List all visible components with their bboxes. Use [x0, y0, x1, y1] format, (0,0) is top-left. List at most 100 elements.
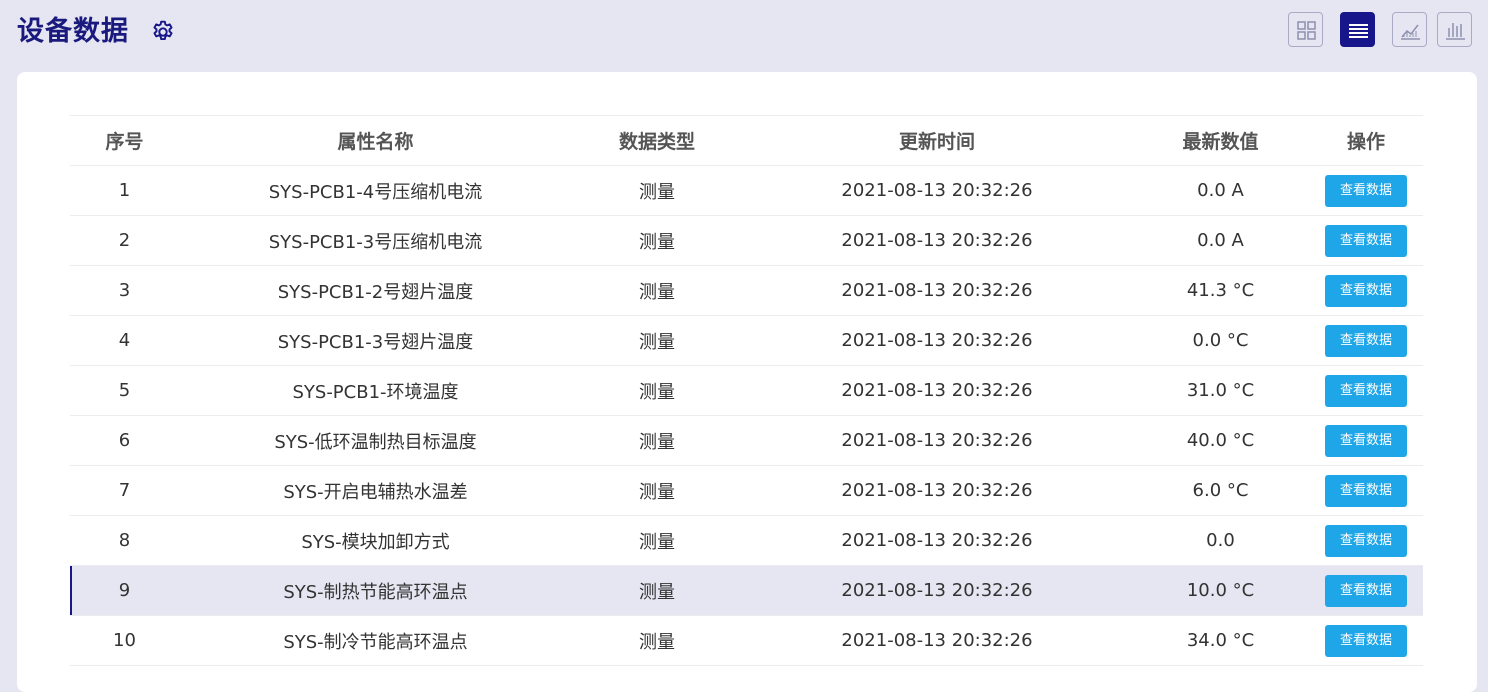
row-attribute-name: SYS-PCB1-3号翅片温度: [179, 315, 572, 366]
column-header-name[interactable]: 属性名称: [179, 115, 572, 166]
row-update-time: 2021-08-13 20:32:26: [742, 565, 1132, 616]
row-update-time: 2021-08-13 20:32:26: [742, 165, 1132, 216]
column-header-type[interactable]: 数据类型: [572, 115, 742, 166]
view-data-button[interactable]: 查看数据: [1325, 524, 1407, 557]
row-data-type: 测量: [572, 415, 742, 466]
table-row[interactable]: 1 SYS-PCB1-4号压缩机电流 测量 2021-08-13 20:32:26 0.…: [70, 165, 1423, 216]
row-update-time: 2021-08-13 20:32:26: [742, 415, 1132, 466]
row-data-type: 测量: [572, 165, 742, 216]
row-data-type: 测量: [572, 615, 742, 666]
area-chart-button[interactable]: [1392, 12, 1427, 47]
row-index: 4: [70, 315, 179, 366]
page-header: 设备数据: [0, 0, 1488, 64]
view-data-button[interactable]: 查看数据: [1325, 374, 1407, 407]
row-attribute-name: SYS-开启电辅热水温差: [179, 465, 572, 516]
row-update-time: 2021-08-13 20:32:26: [742, 265, 1132, 316]
row-update-time: 2021-08-13 20:32:26: [742, 615, 1132, 666]
row-action: 查看数据: [1309, 415, 1423, 466]
row-attribute-name: SYS-PCB1-2号翅片温度: [179, 265, 572, 316]
row-index: 2: [70, 215, 179, 266]
row-action: 查看数据: [1309, 465, 1423, 516]
grid-view-icon: [1297, 21, 1316, 40]
row-data-type: 测量: [572, 465, 742, 516]
view-data-button[interactable]: 查看数据: [1325, 224, 1407, 257]
row-update-time: 2021-08-13 20:32:26: [742, 465, 1132, 516]
page-title: 设备数据: [17, 16, 129, 47]
row-action: 查看数据: [1309, 565, 1423, 616]
row-latest-value: 6.0 °C: [1132, 465, 1309, 516]
row-update-time: 2021-08-13 20:32:26: [742, 365, 1132, 416]
row-index: 1: [70, 165, 179, 216]
table-row[interactable]: 2 SYS-PCB1-3号压缩机电流 测量 2021-08-13 20:32:26 0.…: [70, 215, 1423, 266]
row-attribute-name: SYS-PCB1-4号压缩机电流: [179, 165, 572, 216]
row-latest-value: 41.3 °C: [1132, 265, 1309, 316]
table-header-row: 序号 属性名称 数据类型 更新时间 最新数值 操作: [70, 115, 1423, 166]
row-data-type: 测量: [572, 265, 742, 316]
row-action: 查看数据: [1309, 365, 1423, 416]
row-index: 8: [70, 515, 179, 566]
bar-chart-icon: [1446, 23, 1465, 40]
row-update-time: 2021-08-13 20:32:26: [742, 315, 1132, 366]
row-latest-value: 0.0 A: [1132, 215, 1309, 266]
grid-view-button[interactable]: [1288, 12, 1323, 47]
row-data-type: 测量: [572, 515, 742, 566]
row-index: 7: [70, 465, 179, 516]
row-index: 3: [70, 265, 179, 316]
table-row[interactable]: 10 SYS-制冷节能高环温点 测量 2021-08-13 20:32:26 34.0 …: [70, 615, 1423, 666]
row-data-type: 测量: [572, 565, 742, 616]
row-latest-value: 34.0 °C: [1132, 615, 1309, 666]
row-action: 查看数据: [1309, 515, 1423, 566]
bar-chart-button[interactable]: [1437, 12, 1472, 47]
table-row[interactable]: 3 SYS-PCB1-2号翅片温度 测量 2021-08-13 20:32:26 41.…: [70, 265, 1423, 316]
row-attribute-name: SYS-模块加卸方式: [179, 515, 572, 566]
list-view-button[interactable]: [1340, 12, 1375, 47]
row-action: 查看数据: [1309, 215, 1423, 266]
view-data-button[interactable]: 查看数据: [1325, 174, 1407, 207]
table-row[interactable]: 5 SYS-PCB1-环境温度 测量 2021-08-13 20:32:26 31.0 …: [70, 365, 1423, 416]
row-attribute-name: SYS-PCB1-3号压缩机电流: [179, 215, 572, 266]
area-chart-icon: [1401, 24, 1420, 40]
row-index: 5: [70, 365, 179, 416]
row-action: 查看数据: [1309, 315, 1423, 366]
table-row[interactable]: 9 SYS-制热节能高环温点 测量 2021-08-13 20:32:26 10.0 °…: [70, 565, 1423, 616]
row-action: 查看数据: [1309, 265, 1423, 316]
row-latest-value: 0.0 °C: [1132, 315, 1309, 366]
view-data-button[interactable]: 查看数据: [1325, 424, 1407, 457]
row-data-type: 测量: [572, 215, 742, 266]
row-index: 6: [70, 415, 179, 466]
row-action: 查看数据: [1309, 165, 1423, 216]
row-action: 查看数据: [1309, 615, 1423, 666]
row-index: 10: [70, 615, 179, 666]
row-latest-value: 0.0: [1132, 515, 1309, 566]
row-latest-value: 10.0 °C: [1132, 565, 1309, 616]
column-header-time[interactable]: 更新时间: [742, 115, 1132, 166]
gear-icon[interactable]: [150, 19, 176, 45]
data-card: 序号 属性名称 数据类型 更新时间 最新数值 操作 1 SYS-PCB1-4号压缩…: [17, 72, 1477, 692]
column-header-action: 操作: [1309, 115, 1423, 166]
row-index: 9: [70, 565, 179, 616]
row-update-time: 2021-08-13 20:32:26: [742, 515, 1132, 566]
row-update-time: 2021-08-13 20:32:26: [742, 215, 1132, 266]
column-header-value[interactable]: 最新数值: [1132, 115, 1309, 166]
row-data-type: 测量: [572, 365, 742, 416]
row-latest-value: 40.0 °C: [1132, 415, 1309, 466]
column-header-index[interactable]: 序号: [70, 115, 179, 166]
device-data-table: 序号 属性名称 数据类型 更新时间 最新数值 操作 1 SYS-PCB1-4号压缩…: [70, 115, 1423, 666]
row-latest-value: 31.0 °C: [1132, 365, 1309, 416]
table-row[interactable]: 8 SYS-模块加卸方式 测量 2021-08-13 20:32:26 0.0 查看数据: [70, 515, 1423, 566]
row-attribute-name: SYS-PCB1-环境温度: [179, 365, 572, 416]
table-row[interactable]: 4 SYS-PCB1-3号翅片温度 测量 2021-08-13 20:32:26 0.0…: [70, 315, 1423, 366]
row-attribute-name: SYS-制热节能高环温点: [179, 565, 572, 616]
table-row[interactable]: 7 SYS-开启电辅热水温差 测量 2021-08-13 20:32:26 6.0 °C…: [70, 465, 1423, 516]
row-latest-value: 0.0 A: [1132, 165, 1309, 216]
table-row[interactable]: 6 SYS-低环温制热目标温度 测量 2021-08-13 20:32:26 40.0 …: [70, 415, 1423, 466]
view-data-button[interactable]: 查看数据: [1325, 574, 1407, 607]
row-attribute-name: SYS-制冷节能高环温点: [179, 615, 572, 666]
row-data-type: 测量: [572, 315, 742, 366]
view-data-button[interactable]: 查看数据: [1325, 274, 1407, 307]
row-attribute-name: SYS-低环温制热目标温度: [179, 415, 572, 466]
view-data-button[interactable]: 查看数据: [1325, 474, 1407, 507]
view-data-button[interactable]: 查看数据: [1325, 324, 1407, 357]
view-data-button[interactable]: 查看数据: [1325, 624, 1407, 657]
list-view-icon: [1349, 24, 1368, 38]
